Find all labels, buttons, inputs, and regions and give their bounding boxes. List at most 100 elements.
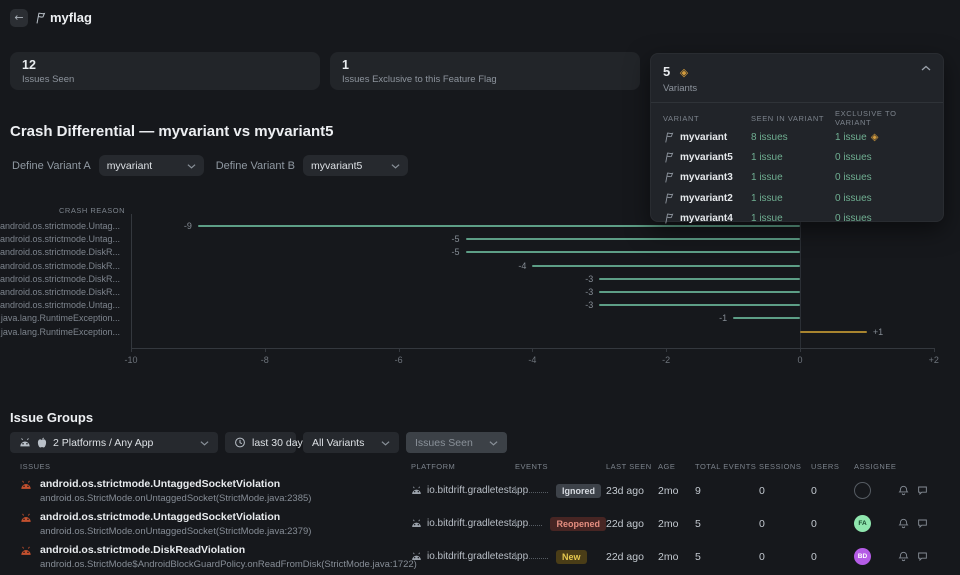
issue-cell: android.os.strictmode.UntaggedSocketViol… xyxy=(20,478,411,504)
age-cell: 2mo xyxy=(658,517,679,530)
android-platform-icon xyxy=(412,486,421,495)
chart-bar-value: -3 xyxy=(585,273,594,284)
filter-issues-seen[interactable]: Issues Seen xyxy=(406,432,507,453)
android-platform-icon xyxy=(412,552,421,561)
issue-title[interactable]: android.os.strictmode.DiskReadViolation xyxy=(40,544,417,556)
status-badge: Ignored xyxy=(556,483,601,498)
issues-table-body: android.os.strictmode.UntaggedSocketViol… xyxy=(0,474,960,573)
variants-label: Variants xyxy=(663,83,698,94)
chevron-up-icon[interactable] xyxy=(921,65,931,71)
chat-icon[interactable] xyxy=(917,518,928,529)
bell-icon[interactable] xyxy=(898,551,909,562)
stat-card-issues-seen[interactable]: 12 Issues Seen xyxy=(10,52,320,90)
chart-bar[interactable] xyxy=(733,317,800,320)
issue-title[interactable]: android.os.strictmode.UntaggedSocketViol… xyxy=(40,478,311,490)
crash-differential-controls: Define Variant A myvariant Define Varian… xyxy=(12,155,408,176)
variant-b-select[interactable]: myvariant5 xyxy=(302,155,408,176)
chat-icon[interactable] xyxy=(917,485,928,496)
stat-value: 1 xyxy=(342,58,349,72)
variant-a-value: myvariant xyxy=(106,159,153,172)
chat-icon[interactable] xyxy=(917,551,928,562)
column-header-events: Events xyxy=(515,462,549,471)
filter-label: All Variants xyxy=(312,436,365,449)
variant-name: myvariant2 xyxy=(680,192,733,204)
chart-bar-value: -9 xyxy=(183,221,192,231)
variant-exclusive-issues-link[interactable]: 1 issue ◈ xyxy=(835,132,931,143)
stat-cards-row: 12 Issues Seen 1 Issues Exclusive to thi… xyxy=(10,52,640,90)
variant-seen-issues-link[interactable]: 8 issues xyxy=(751,132,835,143)
column-header-last-seen: Last Seen xyxy=(606,462,652,471)
assignee-avatar[interactable] xyxy=(854,482,871,499)
chart-axis-tick xyxy=(131,348,132,352)
apple-icon xyxy=(37,437,47,447)
variant-row[interactable]: myvariant3 1 issue 0 issues xyxy=(651,168,943,188)
chart-axis-tick-label: +2 xyxy=(928,355,939,365)
issue-row[interactable]: android.os.strictmode.UntaggedSocketViol… xyxy=(0,507,960,540)
filter-time-range[interactable]: last 30 days xyxy=(225,432,308,453)
variant-flag-icon xyxy=(665,213,674,224)
issue-cell: android.os.strictmode.UntaggedSocketViol… xyxy=(20,511,411,537)
sessions-cell: 0 xyxy=(759,484,765,497)
column-header-age: Age xyxy=(658,462,676,471)
filter-variants[interactable]: All Variants xyxy=(303,432,399,453)
events-cell: Reopened xyxy=(515,516,606,531)
chart-axis-tick xyxy=(800,348,801,352)
chart-bar[interactable] xyxy=(599,277,800,280)
chart-bar-value: -5 xyxy=(451,234,460,245)
last-seen-cell: 22d ago xyxy=(606,517,644,530)
chart-category-label: android.os.strictmode.DiskR... xyxy=(0,247,121,258)
variant-row[interactable]: myvariant 8 issues 1 issue ◈ xyxy=(651,127,943,147)
variant-exclusive-issues-link[interactable]: 0 issues xyxy=(835,213,931,224)
chart-bar[interactable] xyxy=(465,238,800,241)
stat-label: Issues Exclusive to this Feature Flag xyxy=(342,74,497,85)
diamond-icon: ◈ xyxy=(679,66,689,79)
variant-seen-issues-link[interactable]: 1 issue xyxy=(751,152,835,163)
chart-axis-tick-label: -6 xyxy=(394,355,403,365)
android-platform-icon xyxy=(412,519,421,528)
chart-category-label: java.lang.RuntimeException... xyxy=(0,326,120,337)
chart-category-label: android.os.strictmode.Untag... xyxy=(0,234,121,245)
stat-card-exclusive-issues[interactable]: 1 Issues Exclusive to this Feature Flag xyxy=(330,52,640,90)
variant-seen-issues-link[interactable]: 1 issue xyxy=(751,213,835,224)
column-header-platform: Platform xyxy=(411,462,456,471)
variant-name: myvariant5 xyxy=(680,151,733,163)
variant-seen-issues-link[interactable]: 1 issue xyxy=(751,193,835,204)
variant-exclusive-issues-link[interactable]: 0 issues xyxy=(835,152,931,163)
variant-row[interactable]: myvariant2 1 issue 0 issues xyxy=(651,188,943,208)
assignee-avatar[interactable]: BD xyxy=(854,548,871,565)
issue-subtitle: android.os.StrictMode.onUntaggedSocket(S… xyxy=(40,525,312,537)
chart-bar-value: -3 xyxy=(585,300,594,311)
chart-bar[interactable] xyxy=(599,304,800,307)
bell-icon[interactable] xyxy=(898,485,909,496)
variant-exclusive-issues-link[interactable]: 0 issues xyxy=(835,193,931,204)
issue-row[interactable]: android.os.strictmode.DiskReadViolation a… xyxy=(0,540,960,573)
variant-exclusive-issues-link[interactable]: 0 issues xyxy=(835,172,931,183)
page: ← myflag 12 Issues Seen 1 Issues Exclusi… xyxy=(0,0,960,575)
chart-bar[interactable] xyxy=(532,264,800,267)
chart-axis-tick-label: -10 xyxy=(124,355,138,365)
issue-title[interactable]: android.os.strictmode.UntaggedSocketViol… xyxy=(40,511,311,523)
assignee-avatar[interactable]: FA xyxy=(854,515,871,532)
filter-platforms[interactable]: 2 Platforms / Any App xyxy=(10,432,218,453)
variant-row[interactable]: myvariant5 1 issue 0 issues xyxy=(651,147,943,167)
variant-row[interactable]: myvariant4 1 issue 0 issues xyxy=(651,208,943,228)
back-button[interactable]: ← xyxy=(10,9,28,27)
variant-a-select[interactable]: myvariant xyxy=(98,155,204,176)
variant-seen-issues-link[interactable]: 1 issue xyxy=(751,172,835,183)
chart-bar[interactable] xyxy=(599,291,800,293)
variant-flag-icon xyxy=(665,152,674,163)
variant-flag-icon xyxy=(665,132,674,143)
chart-bar[interactable] xyxy=(465,251,800,254)
issue-text: android.os.strictmode.UntaggedSocketViol… xyxy=(40,511,311,537)
variants-panel-header: 5 ◈ Variants xyxy=(651,54,943,94)
bell-icon[interactable] xyxy=(898,518,909,529)
filter-label: 2 Platforms / Any App xyxy=(53,436,154,449)
issue-cell: android.os.strictmode.DiskReadViolation a… xyxy=(20,544,417,570)
variant-name-cell: myvariant xyxy=(663,132,751,143)
events-sparkline xyxy=(515,486,548,494)
chart-category-label: android.os.strictmode.DiskR... xyxy=(0,273,121,284)
assignee-cell xyxy=(854,482,950,499)
chart-bar[interactable] xyxy=(800,330,867,333)
age-cell: 2mo xyxy=(658,484,679,497)
issue-row[interactable]: android.os.strictmode.UntaggedSocketViol… xyxy=(0,474,960,507)
